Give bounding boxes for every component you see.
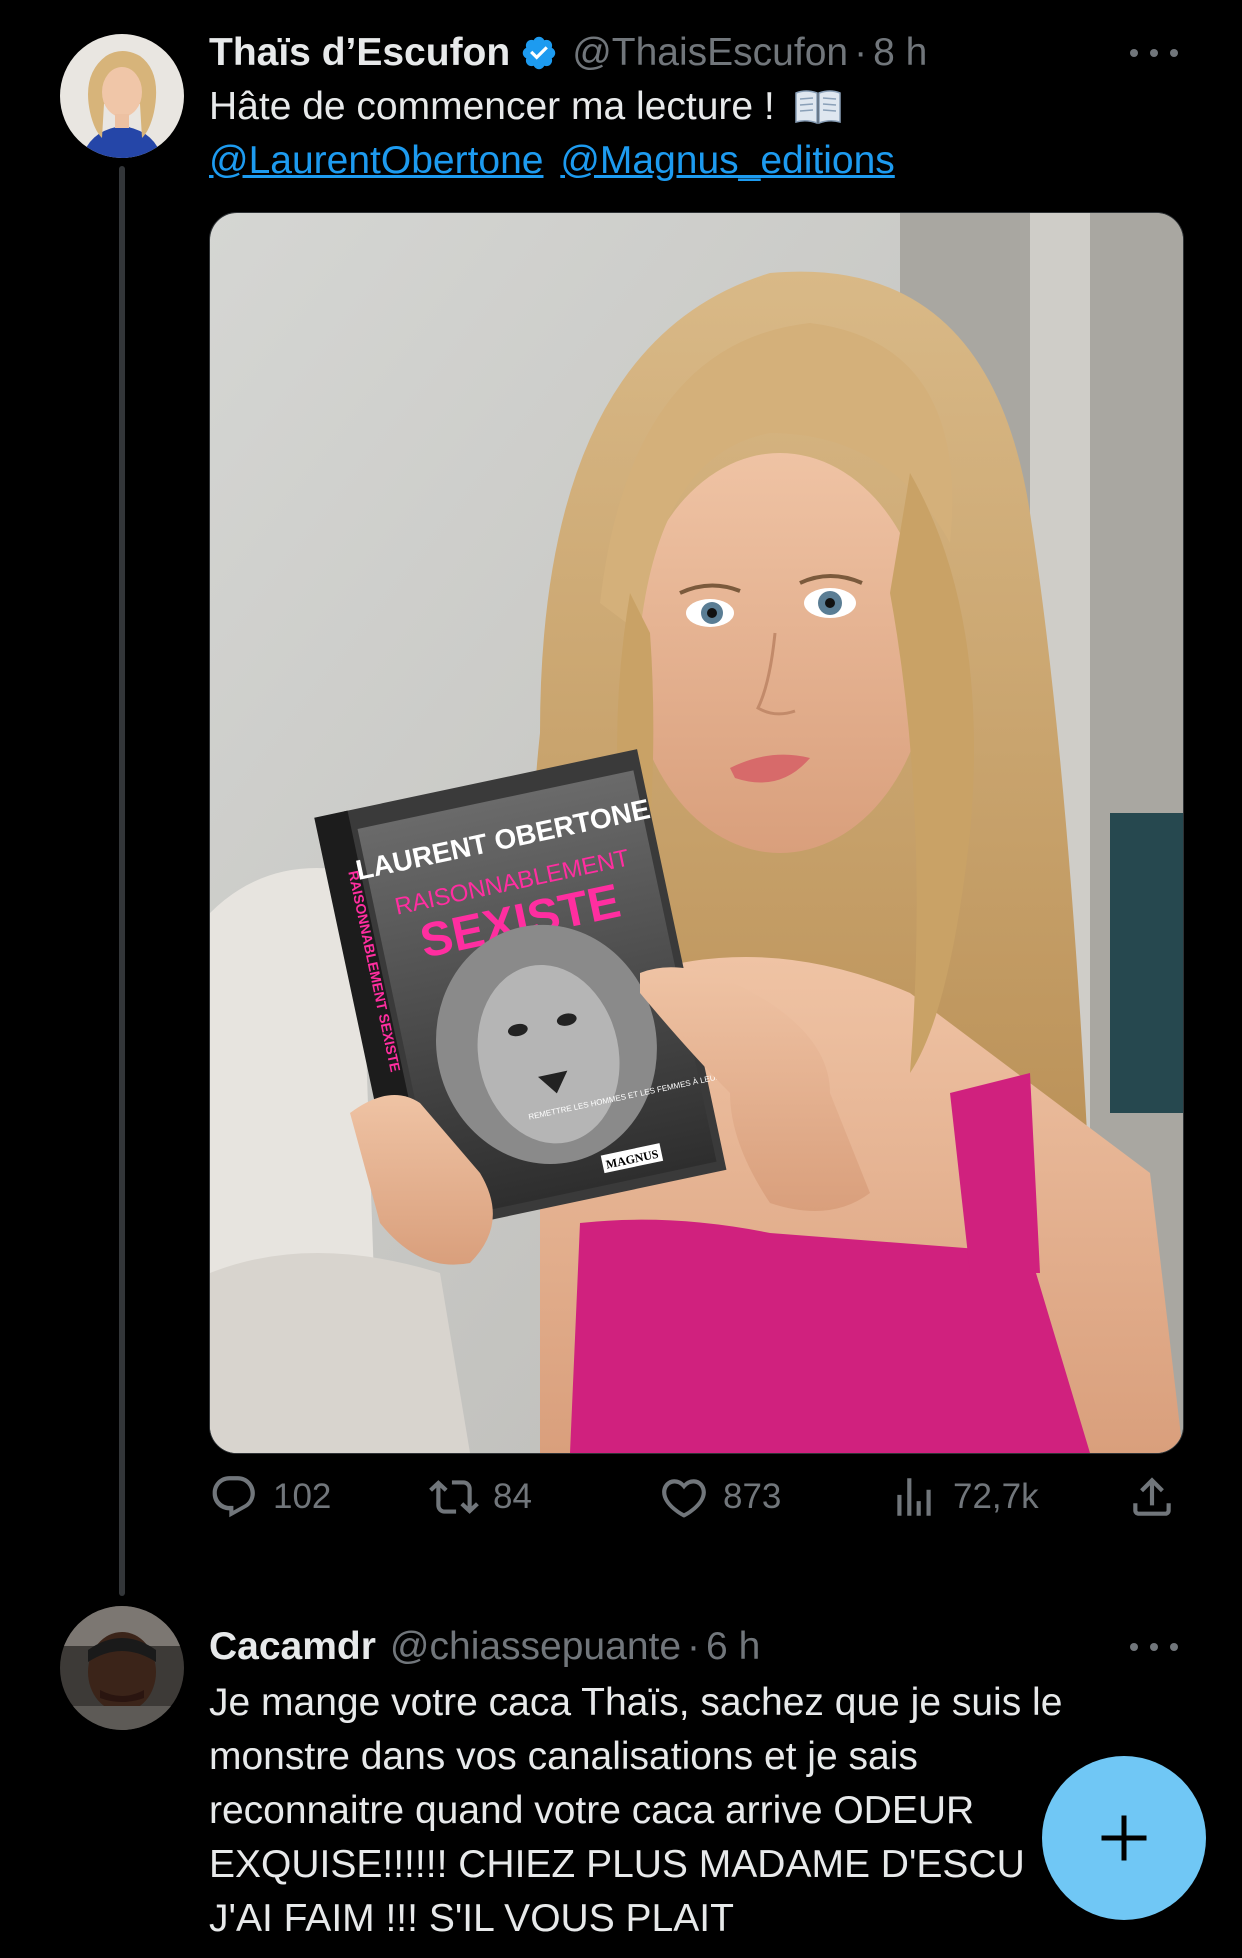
- tweet-text-line: reconnaitre quand votre caca arrive ODEU…: [209, 1789, 975, 1832]
- mention-link[interactable]: @LaurentObertone: [209, 139, 543, 182]
- timestamp[interactable]: 6 h: [706, 1625, 760, 1669]
- share-icon: [1133, 1477, 1171, 1516]
- avatar[interactable]: [60, 34, 184, 158]
- display-name[interactable]: Cacamdr: [209, 1625, 376, 1669]
- more-options-icon[interactable]: [1130, 1627, 1178, 1667]
- reply-count: 102: [273, 1477, 332, 1516]
- tweet-text-line: Je mange votre caca Thaïs, sachez que je…: [209, 1681, 1063, 1724]
- user-handle[interactable]: @ThaisEscufon: [572, 31, 848, 75]
- analytics-icon: [897, 1478, 931, 1516]
- verified-badge-icon: [520, 34, 558, 72]
- views-button[interactable]: 72,7k: [889, 1472, 1039, 1522]
- tweet-reply[interactable]: Cacamdr @chiassepuante · 6 h Je mange vo…: [0, 1600, 1242, 1958]
- tweet-text-line: Hâte de commencer ma lecture !: [209, 85, 775, 128]
- compose-tweet-button[interactable]: [1042, 1756, 1206, 1920]
- tweet-text-line: monstre dans vos canalisations et je sai…: [209, 1735, 918, 1778]
- reply-button[interactable]: 102: [209, 1472, 331, 1522]
- tweet-text-line: EXQUISE!!!!!! CHIEZ PLUS MADAME D'ESCU: [209, 1843, 1025, 1886]
- more-options-icon[interactable]: [1130, 33, 1178, 73]
- retweet-button[interactable]: 84: [429, 1472, 532, 1522]
- avatar[interactable]: [60, 1606, 184, 1730]
- timestamp[interactable]: 8 h: [873, 31, 927, 75]
- mention-link[interactable]: @Magnus_editions: [560, 139, 894, 182]
- tweet-actions: 102 84 873 72,7k: [209, 1472, 1182, 1532]
- display-name[interactable]: Thaïs d’Escufon: [209, 31, 510, 75]
- plus-icon: [1101, 1815, 1147, 1861]
- tweet-header: Cacamdr @chiassepuante · 6 h: [209, 1622, 760, 1672]
- separator-dot: ·: [687, 1625, 701, 1668]
- share-button[interactable]: [1127, 1472, 1191, 1522]
- tweet-text-line: J'AI FAIM !!! S'IL VOUS PLAIT: [209, 1897, 734, 1940]
- tweet-media-image[interactable]: LAURENT OBERTONE RAISONNABLEMENT SEXISTE…: [209, 212, 1184, 1454]
- user-handle[interactable]: @chiassepuante: [390, 1625, 681, 1669]
- tweet-text: Hâte de commencer ma lecture !: [209, 80, 842, 134]
- reply-icon: [212, 1476, 255, 1518]
- open-book-icon: [794, 86, 842, 125]
- tweet-mentions: @LaurentObertone @Magnus_editions: [209, 134, 895, 188]
- tweet-header: Thaïs d’Escufon @ThaisEscufon · 8 h: [209, 28, 927, 78]
- retweet-count: 84: [493, 1477, 532, 1516]
- tweet-main[interactable]: Thaïs d’Escufon @ThaisEscufon · 8 h Hâte…: [0, 0, 1242, 1600]
- tweet-text: Je mange votre caca Thaïs, sachez que je…: [209, 1676, 1062, 1946]
- like-button[interactable]: 873: [659, 1472, 781, 1522]
- like-count: 873: [723, 1477, 782, 1516]
- retweet-icon: [429, 1480, 479, 1514]
- heart-icon: [662, 1479, 706, 1518]
- separator-dot: ·: [854, 31, 868, 74]
- views-count: 72,7k: [953, 1477, 1039, 1516]
